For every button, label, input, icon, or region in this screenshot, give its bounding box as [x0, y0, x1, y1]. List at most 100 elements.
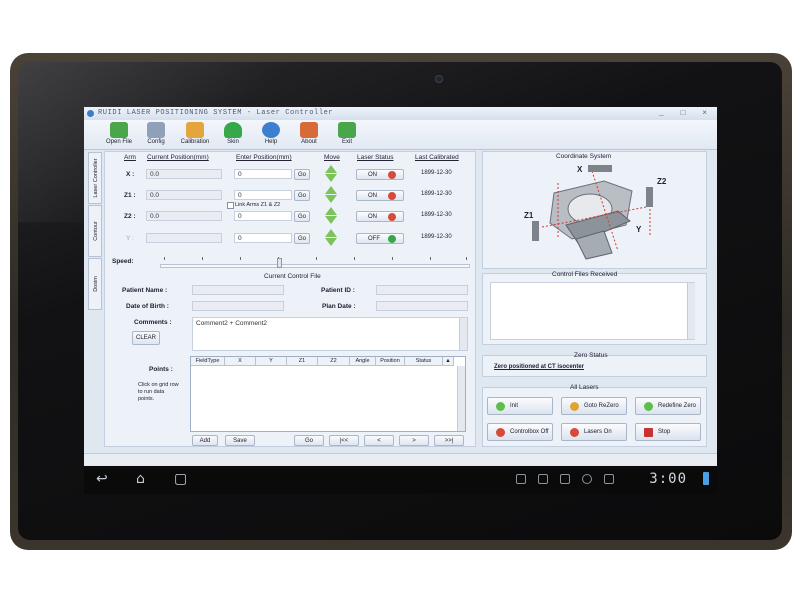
status-bar	[84, 453, 717, 465]
first-point-button[interactable]: |<<	[329, 435, 359, 446]
app-icon	[87, 110, 94, 117]
open-file-icon	[110, 122, 128, 138]
grid-scrollbar[interactable]	[457, 366, 465, 431]
patient-id-label: Patient ID :	[321, 287, 355, 294]
go-button-y[interactable]: Go	[294, 233, 310, 244]
header-enter-position: Enter Position(mm)	[236, 154, 292, 161]
current-position-z2: 0.0	[146, 211, 222, 221]
redefine-zero-button[interactable]: Redefine Zero	[635, 397, 701, 415]
move-arrows-z2[interactable]	[324, 207, 338, 225]
home-icon[interactable]: ⌂	[136, 472, 145, 486]
skin-button[interactable]: Skin	[216, 122, 250, 149]
patient-name-field	[192, 285, 284, 295]
plan-date-label: Plan Date :	[322, 303, 356, 310]
axis-label-z2: Z2	[657, 177, 667, 186]
controlbox-off-icon	[496, 428, 505, 437]
arm-label-z1: Z1 :	[124, 192, 136, 199]
add-button[interactable]: Add	[192, 435, 218, 446]
enter-position-z1[interactable]: 0	[234, 190, 292, 200]
dob-field	[192, 301, 284, 311]
calibrated-z2: 1899-12-30	[421, 212, 452, 218]
laser-toggle-y[interactable]: OFF	[356, 233, 404, 244]
all-lasers-title: All Lasers	[570, 384, 599, 391]
go-button-x[interactable]: Go	[294, 169, 310, 180]
grid-header: Status	[405, 357, 443, 366]
tablet-screen: RUIDI LASER POSITIONING SYSTEM - Laser C…	[84, 107, 717, 494]
move-arrows-y[interactable]	[324, 229, 338, 247]
open-file-button[interactable]: Open File	[102, 122, 136, 149]
control-files-scrollbar[interactable]	[687, 283, 695, 339]
last-point-button[interactable]: >>|	[434, 435, 464, 446]
enter-position-x[interactable]: 0	[234, 169, 292, 179]
help-button[interactable]: Help	[254, 122, 288, 149]
enter-position-z2[interactable]: 0	[234, 211, 292, 221]
notification-icon	[516, 474, 526, 484]
calibration-button[interactable]: Calibration	[178, 122, 212, 149]
calibrated-y: 1899-12-30	[421, 234, 452, 240]
arm-label-x: X :	[126, 171, 135, 178]
laser-toggle-z2[interactable]: ON	[356, 211, 404, 222]
lasers-on-button[interactable]: Lasers On	[561, 423, 627, 441]
tab-contour[interactable]: Contour	[88, 205, 102, 257]
prev-point-button[interactable]: <	[364, 435, 394, 446]
coordinate-system-title: Coordinate System	[556, 153, 612, 160]
move-arrows-z1[interactable]	[324, 186, 338, 204]
about-icon	[300, 122, 318, 138]
tab-laser-controller[interactable]: Laser Controller	[88, 152, 102, 204]
go-button-z1[interactable]: Go	[294, 190, 310, 201]
header-move: Move	[324, 154, 340, 161]
tab-dosim[interactable]: Dosim	[88, 258, 102, 310]
comments-scrollbar[interactable]	[459, 318, 467, 350]
laser-status-icon	[388, 213, 396, 221]
init-button[interactable]: Init	[487, 397, 553, 415]
link-arms-checkbox[interactable]	[227, 202, 234, 209]
points-grid[interactable]: FieldType X Y Z1 Z2 Angle Position Statu…	[190, 356, 466, 432]
back-icon[interactable]: ↩	[96, 472, 108, 486]
laser-status-icon	[388, 192, 396, 200]
speed-slider-thumb[interactable]	[277, 258, 282, 268]
laser-toggle-x[interactable]: ON	[356, 169, 404, 180]
zero-status-title: Zero Status	[574, 352, 608, 359]
speed-slider-track[interactable]	[160, 264, 470, 268]
goto-rezero-button[interactable]: Goto ReZero	[561, 397, 627, 415]
speed-label: Speed:	[112, 258, 134, 265]
zero-status-value: Zero positioned at CT isocenter	[494, 364, 585, 370]
current-position-x: 0.0	[146, 169, 222, 179]
photo-stage: RUIDI LASER POSITIONING SYSTEM - Laser C…	[0, 0, 800, 600]
next-point-button[interactable]: >	[399, 435, 429, 446]
recent-apps-icon[interactable]: ▢	[174, 472, 187, 486]
points-hint: Click on grid row to run data points.	[138, 382, 179, 402]
exit-icon	[338, 122, 356, 138]
stop-icon	[644, 428, 653, 437]
enter-position-y[interactable]: 0	[234, 233, 292, 243]
about-button[interactable]: About	[292, 122, 326, 149]
help-icon	[262, 122, 280, 138]
exit-button[interactable]: Exit	[330, 122, 364, 149]
control-files-list[interactable]	[490, 282, 695, 340]
config-button[interactable]: Config	[139, 122, 173, 149]
grid-header: Z2	[318, 357, 350, 366]
go-button-z2[interactable]: Go	[294, 211, 310, 222]
calibrated-x: 1899-12-30	[421, 170, 452, 176]
calibration-icon	[186, 122, 204, 138]
plan-date-field	[376, 301, 468, 311]
clear-button[interactable]: CLEAR	[132, 331, 160, 345]
go-point-button[interactable]: Go	[294, 435, 324, 446]
lasers-on-icon	[570, 428, 579, 437]
battery-icon	[703, 472, 709, 485]
save-button[interactable]: Save	[225, 435, 255, 446]
window-controls[interactable]: _ □ ×	[659, 107, 713, 120]
comments-textarea[interactable]: Comment2 + Comment2	[192, 317, 468, 351]
axis-label-y: Y	[636, 225, 642, 234]
control-files-title: Control Files Received	[552, 271, 618, 278]
controlbox-off-button[interactable]: Controlbox Off	[487, 423, 553, 441]
window-titlebar: RUIDI LASER POSITIONING SYSTEM - Laser C…	[84, 107, 717, 120]
move-arrows-x[interactable]	[324, 165, 338, 183]
laser-toggle-z1[interactable]: ON	[356, 190, 404, 201]
stop-button[interactable]: Stop	[635, 423, 701, 441]
header-laser-status: Laser Status	[357, 154, 394, 161]
patient-name-label: Patient Name :	[122, 287, 168, 294]
link-arms-label: Link Arms Z1 & Z2	[235, 202, 281, 208]
grid-header: Y	[256, 357, 287, 366]
window-title: RUIDI LASER POSITIONING SYSTEM - Laser C…	[98, 109, 334, 117]
